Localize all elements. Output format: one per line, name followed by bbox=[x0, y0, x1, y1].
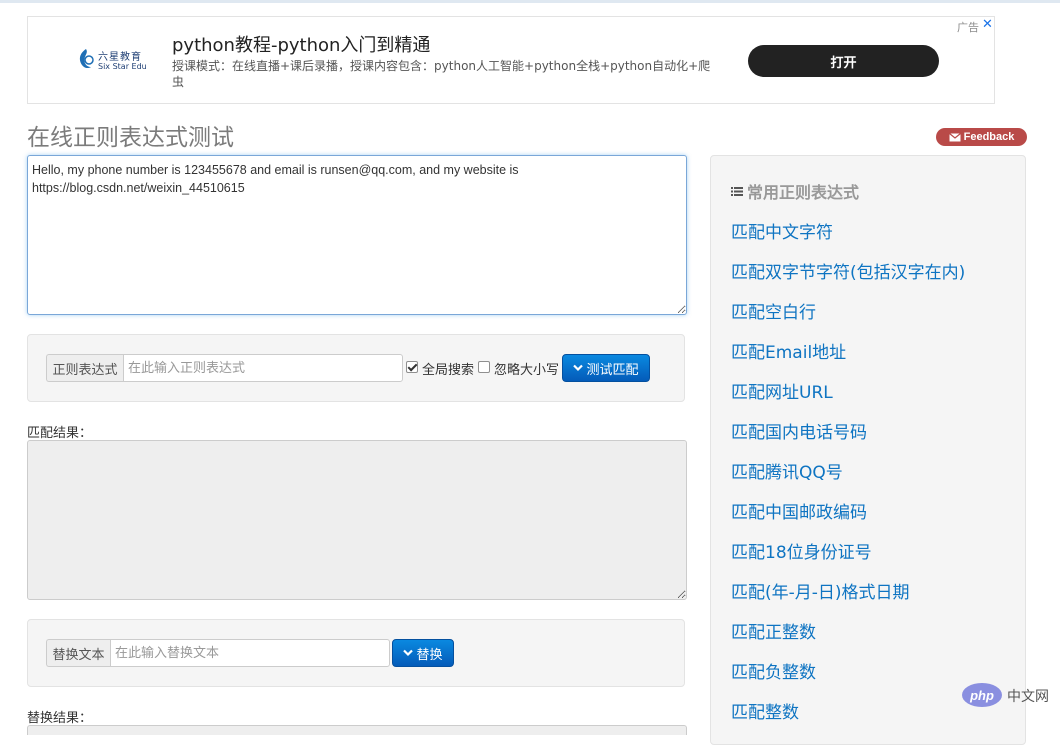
sidebar-link[interactable]: 匹配中国邮政编码 bbox=[731, 502, 965, 542]
chevron-down-icon bbox=[573, 364, 584, 372]
sidebar-link[interactable]: 匹配Email地址 bbox=[731, 342, 965, 382]
test-match-label: 测试匹配 bbox=[586, 361, 639, 377]
ad-tag: 广告 bbox=[957, 21, 979, 34]
six-star-logo-icon bbox=[79, 49, 94, 69]
regex-addon-label: 正则表达式 bbox=[46, 354, 123, 382]
ignore-case-checkbox[interactable] bbox=[478, 361, 490, 373]
global-search-label: 全局搜索 bbox=[422, 363, 475, 378]
sidebar-link[interactable]: 匹配网址URL bbox=[731, 382, 965, 422]
replace-input[interactable] bbox=[110, 639, 390, 667]
common-regex-sidebar: 常用正则表达式 匹配中文字符 匹配双字节字符(包括汉字在内) 匹配空白行 匹配Emai… bbox=[710, 155, 1026, 745]
close-icon[interactable]: ✕ bbox=[982, 17, 993, 32]
sidebar-link[interactable]: 匹配负整数 bbox=[731, 662, 965, 702]
php-watermark: php 中文网 bbox=[962, 683, 1054, 709]
sidebar-link[interactable]: 匹配双字节字符(包括汉字在内) bbox=[731, 262, 965, 302]
replace-addon-label: 替换文本 bbox=[46, 639, 110, 667]
test-match-button[interactable]: 测试匹配 bbox=[562, 354, 650, 382]
sidebar-link[interactable]: 匹配18位身份证号 bbox=[731, 542, 965, 582]
php-logo: php bbox=[962, 683, 1002, 707]
source-textarea[interactable] bbox=[27, 155, 687, 315]
ad-title[interactable]: python教程-python入门到精通 bbox=[172, 31, 430, 57]
sidebar-link[interactable]: 匹配正整数 bbox=[731, 622, 965, 662]
sidebar-link[interactable]: 匹配空白行 bbox=[731, 302, 965, 342]
sidebar-link[interactable]: 匹配整数 bbox=[731, 702, 965, 742]
sidebar-link[interactable]: 匹配腾讯QQ号 bbox=[731, 462, 965, 502]
sidebar-title: 常用正则表达式 bbox=[731, 179, 859, 203]
list-icon bbox=[731, 186, 743, 196]
regex-input[interactable] bbox=[123, 354, 403, 382]
ad-logo: 六星教育 Six Star Edu bbox=[76, 47, 176, 77]
ad-logo-cn: 六星教育 bbox=[98, 52, 142, 63]
page-title: 在线正则表达式测试 bbox=[27, 125, 234, 151]
feedback-label: Feedback bbox=[963, 131, 1015, 143]
replace-form: 替换文本 替换 bbox=[27, 619, 685, 687]
sidebar-list: 匹配中文字符 匹配双字节字符(包括汉字在内) 匹配空白行 匹配Email地址 匹配网址U… bbox=[731, 222, 965, 742]
envelope-icon bbox=[948, 132, 961, 141]
top-border bbox=[0, 0, 1060, 3]
sidebar-title-text: 常用正则表达式 bbox=[747, 183, 860, 202]
feedback-button[interactable]: Feedback bbox=[936, 128, 1027, 146]
watermark-text: 中文网 bbox=[1007, 689, 1049, 705]
replace-result-box[interactable] bbox=[27, 725, 687, 735]
global-search-checkbox[interactable] bbox=[406, 361, 418, 373]
replace-result-label: 替换结果： bbox=[27, 711, 93, 726]
replace-button-label: 替换 bbox=[416, 646, 443, 662]
chevron-down-icon bbox=[403, 649, 414, 657]
match-result-box[interactable] bbox=[27, 440, 687, 600]
sidebar-link[interactable]: 匹配(年-月-日)格式日期 bbox=[731, 582, 965, 622]
regex-form: 正则表达式 全局搜索 忽略大小写 测试匹配 bbox=[27, 334, 685, 402]
ad-banner[interactable]: 六星教育 Six Star Edu python教程-python入门到精通 授… bbox=[27, 16, 995, 104]
ignore-case-label: 忽略大小写 bbox=[494, 363, 560, 378]
ad-logo-en: Six Star Edu bbox=[98, 62, 147, 71]
ad-open-button[interactable]: 打开 bbox=[748, 45, 939, 77]
sidebar-link[interactable]: 匹配中文字符 bbox=[731, 222, 965, 262]
replace-button[interactable]: 替换 bbox=[392, 639, 454, 667]
sidebar-link[interactable]: 匹配国内电话号码 bbox=[731, 422, 965, 462]
ad-description: 授课模式：在线直播+课后录播，授课内容包含：python人工智能+python全… bbox=[172, 59, 711, 89]
match-result-label: 匹配结果： bbox=[27, 426, 93, 441]
